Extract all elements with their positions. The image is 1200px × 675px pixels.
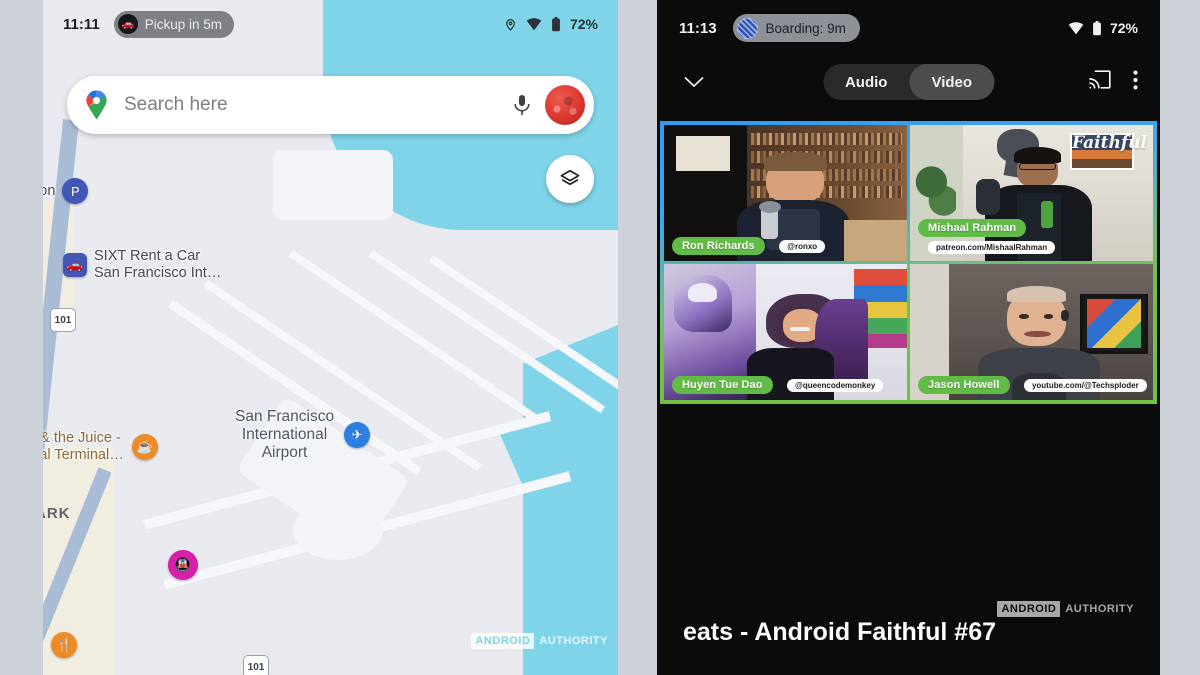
car-rental-icon: 🚗 [63, 252, 87, 277]
participant-label: Huyen Tue Dao @queencodemonkey [672, 375, 884, 394]
screenshot-root: 101 101 ARK tion P 🚗 SIXT Rent a Car San… [0, 0, 1200, 675]
more-vertical-icon [1133, 70, 1138, 89]
more-options-button[interactable] [1133, 70, 1138, 95]
toolbar-right-actions [1089, 70, 1138, 95]
maps-watermark: ANDROID AUTHORITY [471, 633, 608, 649]
participant-tile[interactable]: Jason Howell youtube.com/@Techsploder [910, 264, 1153, 400]
sixt-rent-a-car-poi[interactable]: 🚗 SIXT Rent a Car San Francisco Int… [63, 248, 221, 281]
participant-name: Huyen Tue Dao [672, 376, 773, 394]
participant-tile[interactable]: android Faithful Mishaal Rahman patreon.… [910, 125, 1153, 261]
transit-icon: 🚇 [168, 550, 198, 580]
microphone-icon[interactable] [505, 94, 539, 116]
joe-and-the-juice-poi[interactable]: oe & the Juice - ional Terminal… ☕ [43, 430, 158, 463]
status-clock: 11:13 [679, 19, 717, 37]
rideshare-car-icon: 🚗 [117, 14, 138, 34]
youtube-status-icons: 72% [1068, 20, 1138, 36]
road-shield-101: 101 [243, 655, 269, 675]
video-title[interactable]: eats - Android Faithful #67 [683, 618, 996, 647]
cafe-icon: ☕ [131, 433, 158, 460]
maps-status-bar: 11:11 🚗 Pickup in 5m 72% [43, 0, 618, 48]
watermark-box: ANDROID [471, 633, 535, 649]
flight-globe-icon [736, 17, 758, 39]
participant-tile[interactable]: Ron Richards @ronxo [664, 125, 907, 261]
map-layers-button[interactable] [546, 155, 594, 203]
participant-label: Mishaal Rahman patreon.com/MishaalRahman [918, 218, 1153, 255]
sfo-airport-poi[interactable]: San Francisco International Airport ✈ [228, 408, 371, 461]
cast-icon [1089, 70, 1111, 89]
restaurant-poi[interactable]: se 🍴 [43, 632, 78, 658]
joe-juice-poi-label: oe & the Juice - ional Terminal… [43, 430, 124, 463]
google-maps-pin-icon [86, 90, 107, 120]
tab-audio[interactable]: Audio [823, 64, 910, 100]
cast-button[interactable] [1089, 70, 1111, 94]
video-stage[interactable]: Ron Richards @ronxo android Faithful Mis… [657, 114, 1160, 404]
chevron-down-icon[interactable] [679, 76, 709, 88]
battery-icon [1093, 20, 1101, 35]
battery-percent: 72% [1109, 20, 1138, 36]
youtube-status-bar: 11:13 Boarding: 9m 72% [657, 0, 1160, 56]
boarding-status-chip[interactable]: Boarding: 9m [732, 14, 860, 42]
participant-tile[interactable]: Huyen Tue Dao @queencodemonkey [664, 264, 907, 400]
participant-handle: patreon.com/MishaalRahman [928, 241, 1056, 254]
map-layers-icon [560, 169, 580, 186]
wifi-icon [526, 17, 542, 30]
sixt-poi-label: SIXT Rent a Car San Francisco Int… [94, 248, 222, 281]
participant-label: Ron Richards @ronxo [672, 236, 826, 255]
maps-status-icons: 72% [504, 16, 598, 32]
participant-handle: youtube.com/@Techsploder [1023, 379, 1147, 392]
status-clock: 11:11 [63, 15, 100, 33]
map-park-label: ARK [43, 505, 71, 522]
android-faithful-logo: android Faithful [1072, 129, 1147, 152]
road-shield-101: 101 [50, 308, 76, 332]
logo-bottom-text: Faithful [1072, 133, 1147, 153]
pickup-status-chip[interactable]: 🚗 Pickup in 5m [113, 10, 235, 38]
map-terminal-building [293, 500, 383, 560]
maps-search-bar[interactable]: Search here [67, 76, 594, 134]
audio-video-toggle[interactable]: Audio Video [822, 64, 995, 100]
participant-handle: @ronxo [779, 240, 826, 253]
battery-percent: 72% [569, 16, 598, 32]
sfo-poi-label: San Francisco International Airport [235, 408, 335, 461]
youtube-player-toolbar: Audio Video [657, 56, 1160, 108]
boarding-chip-label: Boarding: 9m [765, 20, 846, 36]
search-input[interactable]: Search here [124, 94, 505, 116]
video-title-bar: eats - Android Faithful #67 ANDROID AUTH… [657, 589, 1160, 675]
tab-video[interactable]: Video [909, 64, 995, 100]
location-pin-icon [506, 18, 515, 31]
parking-icon: P [62, 178, 89, 204]
participant-name: Ron Richards [672, 237, 765, 255]
youtube-panel: 11:13 Boarding: 9m 72% Audio Video Ron R… [657, 0, 1160, 675]
participant-grid: Ron Richards @ronxo android Faithful Mis… [660, 121, 1157, 404]
participant-name: Jason Howell [918, 376, 1010, 394]
watermark-text: AUTHORITY [539, 635, 608, 647]
station-poi[interactable]: tion P [43, 178, 89, 204]
participant-handle: @queencodemonkey [787, 379, 884, 392]
account-avatar[interactable] [545, 85, 585, 125]
participant-label: Jason Howell youtube.com/@Techsploder [918, 375, 1147, 394]
watermark-box: ANDROID [997, 601, 1061, 617]
airplane-icon: ✈ [344, 421, 371, 448]
restaurant-icon: 🍴 [51, 632, 78, 658]
wifi-icon [1068, 21, 1084, 34]
pickup-chip-label: Pickup in 5m [144, 16, 223, 32]
google-maps-panel: 101 101 ARK tion P 🚗 SIXT Rent a Car San… [43, 0, 618, 675]
station-poi-label: tion [43, 182, 56, 199]
battery-icon [552, 16, 560, 31]
watermark-text: AUTHORITY [1065, 603, 1134, 615]
map-terminal-building [273, 150, 393, 220]
participant-name: Mishaal Rahman [918, 219, 1027, 237]
youtube-watermark: ANDROID AUTHORITY [997, 601, 1134, 617]
transit-poi[interactable]: 🚇 [168, 550, 198, 580]
